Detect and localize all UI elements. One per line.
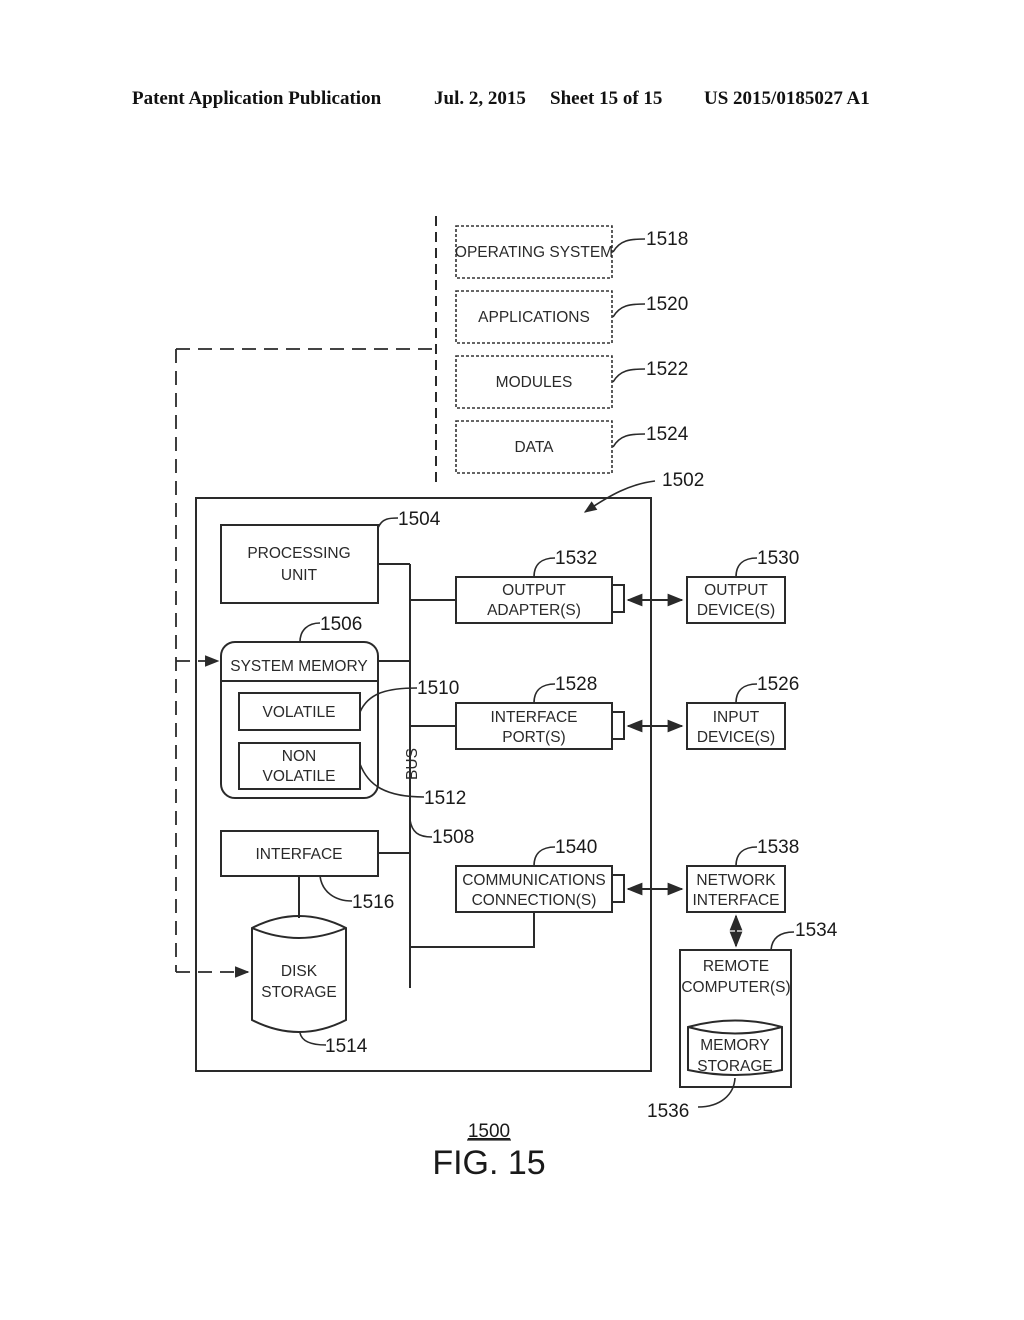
diagram: OPERATING SYSTEM 1518 APPLICATIONS 1520 …: [175, 216, 838, 1182]
output-adapter-box: OUTPUT ADAPTER(S) 1532: [455, 548, 625, 624]
remote-computer-line1: REMOTE: [703, 958, 769, 975]
data-box: DATA 1524: [455, 420, 689, 474]
ref-1516: 1516: [352, 892, 394, 913]
network-interface-line2: INTERFACE: [693, 892, 780, 909]
ref-1526: 1526: [757, 674, 799, 695]
ref-1540: 1540: [555, 837, 597, 858]
ref-1538: 1538: [757, 837, 799, 858]
memory-storage-line2: STORAGE: [697, 1058, 773, 1075]
operating-system-label: OPERATING SYSTEM: [455, 244, 613, 261]
interface-port-line1: INTERFACE: [491, 709, 578, 726]
non-volatile-box: NON VOLATILE 1512: [238, 742, 466, 809]
interface-label: INTERFACE: [256, 846, 343, 863]
data-label: DATA: [514, 439, 554, 456]
figure-title: FIG. 15: [432, 1144, 545, 1182]
bus-label: BUS: [404, 748, 421, 780]
ref-1530: 1530: [757, 548, 799, 569]
non-volatile-line1: NON: [282, 748, 316, 765]
interface-port-box: INTERFACE PORT(S) 1528: [455, 674, 625, 750]
disk-storage-line1: DISK: [281, 963, 318, 980]
input-device-line2: DEVICE(S): [697, 729, 775, 746]
volatile-box: VOLATILE 1510: [238, 678, 459, 731]
ref-1518: 1518: [646, 229, 688, 250]
ref-1524: 1524: [646, 424, 689, 445]
processing-unit-line1: PROCESSING: [247, 545, 350, 562]
output-adapter-line1: OUTPUT: [502, 582, 566, 599]
ref-1504: 1504: [398, 509, 441, 530]
ref-1502: 1502: [662, 470, 704, 491]
system-memory-label: SYSTEM MEMORY: [230, 658, 368, 675]
input-device-box: INPUT DEVICE(S) 1526: [686, 674, 799, 750]
output-adapter-line2: ADAPTER(S): [487, 602, 581, 619]
network-interface-line1: NETWORK: [696, 872, 776, 889]
memory-storage-cylinder: MEMORY STORAGE 1536: [647, 1019, 783, 1122]
figure-number: 1500: [468, 1121, 510, 1142]
disk-storage-cylinder: DISK STORAGE 1514: [251, 915, 368, 1057]
comm-connection-line1: COMMUNICATIONS: [462, 872, 606, 889]
processing-unit-box: PROCESSING UNIT 1504: [220, 509, 441, 604]
input-device-line1: INPUT: [713, 709, 760, 726]
bus-comm-connection-link: [410, 912, 535, 948]
communications-connection-box: COMMUNICATIONS CONNECTION(S) 1540: [455, 837, 625, 913]
output-device-box: OUTPUT DEVICE(S) 1530: [686, 548, 799, 624]
operating-system-box: OPERATING SYSTEM 1518: [455, 225, 688, 279]
ref-1514: 1514: [325, 1036, 368, 1057]
network-interface-box: NETWORK INTERFACE 1538: [686, 837, 799, 913]
ref-1502-arrow: [583, 480, 656, 513]
ref-1522: 1522: [646, 359, 688, 380]
ref-1512: 1512: [424, 788, 466, 809]
modules-box: MODULES 1522: [455, 355, 688, 409]
non-volatile-line2: VOLATILE: [263, 768, 336, 785]
memory-storage-line1: MEMORY: [700, 1037, 769, 1054]
output-device-line2: DEVICE(S): [697, 602, 775, 619]
ref-1506: 1506: [320, 614, 362, 635]
interface-box: INTERFACE 1516: [220, 830, 394, 913]
processing-unit-line2: UNIT: [281, 567, 318, 584]
interface-port-line2: PORT(S): [502, 729, 565, 746]
output-device-line1: OUTPUT: [704, 582, 768, 599]
ref-1510: 1510: [417, 678, 459, 699]
volatile-label: VOLATILE: [263, 704, 336, 721]
ref-1508: 1508: [432, 827, 474, 848]
ref-1536: 1536: [647, 1101, 689, 1122]
remote-computer-line2: COMPUTER(S): [681, 979, 790, 996]
ref-1534: 1534: [795, 920, 838, 941]
comm-connection-line2: CONNECTION(S): [472, 892, 597, 909]
ref-1532: 1532: [555, 548, 597, 569]
disk-storage-line2: STORAGE: [261, 984, 337, 1001]
modules-label: MODULES: [496, 374, 573, 391]
ref-1520: 1520: [646, 294, 688, 315]
applications-label: APPLICATIONS: [478, 309, 590, 326]
ref-1528: 1528: [555, 674, 597, 695]
applications-box: APPLICATIONS 1520: [455, 290, 688, 344]
